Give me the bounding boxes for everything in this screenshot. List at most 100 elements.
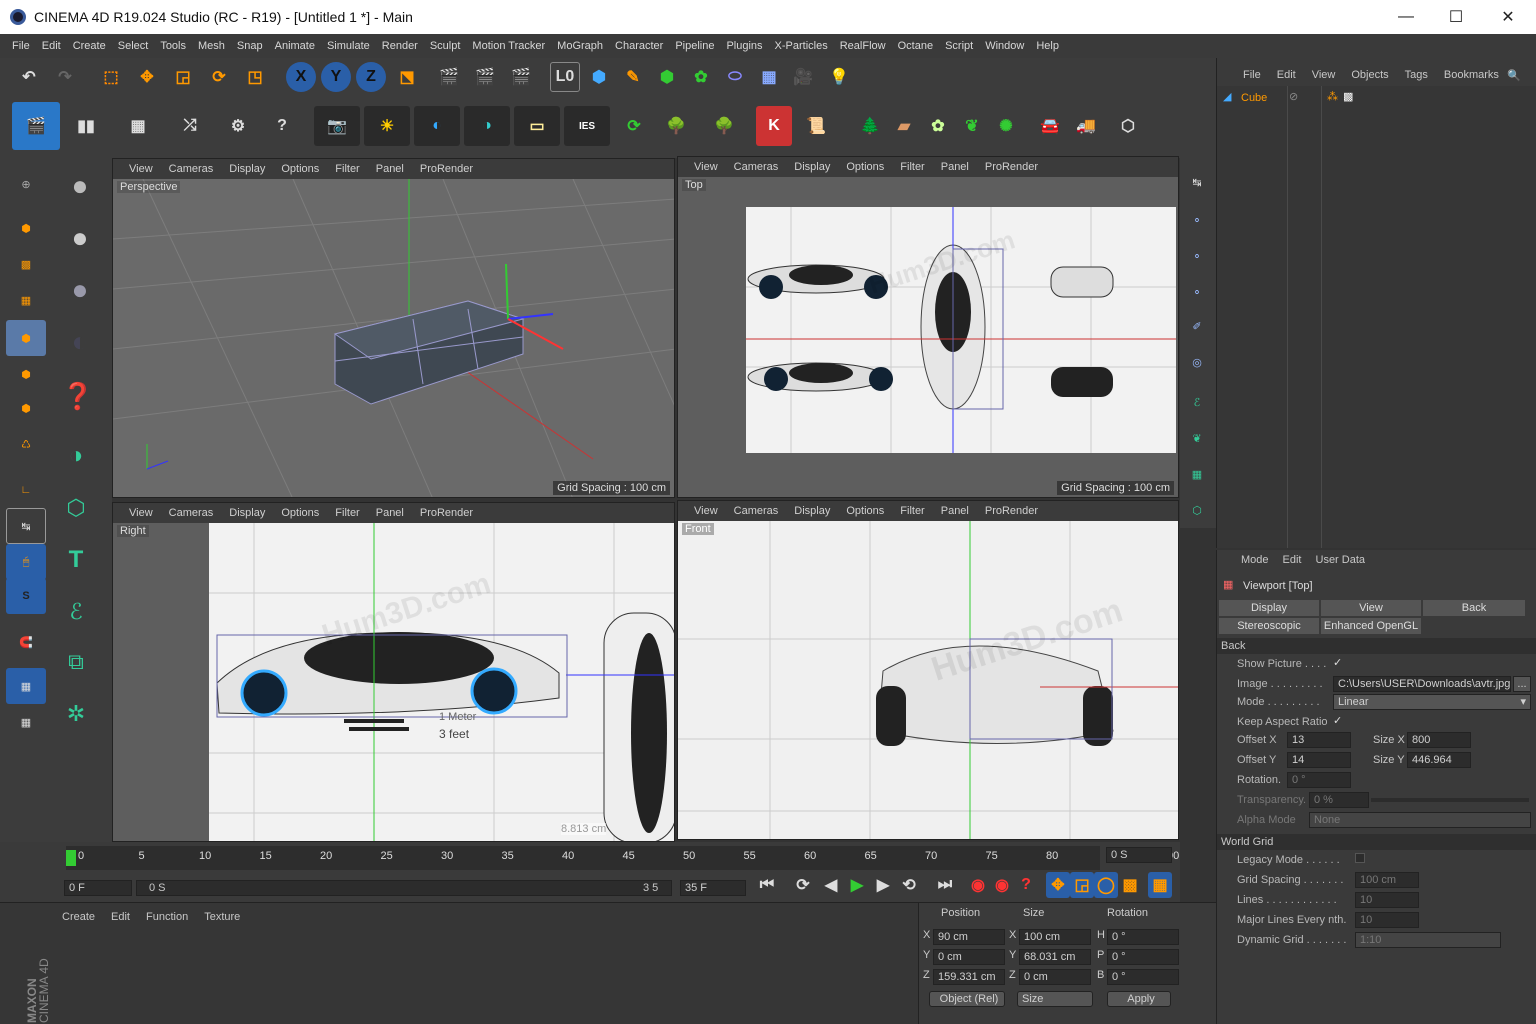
vp-menu-prorender[interactable]: ProRender — [985, 161, 1038, 173]
size-y-field[interactable]: 446.964 — [1407, 752, 1471, 768]
menu-simulate[interactable]: Simulate — [327, 40, 370, 52]
mat-menu-texture[interactable]: Texture — [204, 911, 240, 923]
lock-workplane-icon[interactable]: ▦ — [6, 668, 46, 704]
brush-icon[interactable]: ✐ — [1180, 308, 1214, 344]
mat-menu-create[interactable]: Create — [62, 911, 95, 923]
vp-menu-prorender[interactable]: ProRender — [420, 507, 473, 519]
om-menu-edit[interactable]: Edit — [1277, 69, 1296, 81]
menu-mesh[interactable]: Mesh — [198, 40, 225, 52]
scale-icon[interactable]: ◲ — [168, 62, 198, 92]
alpha-mode-dropdown[interactable]: None — [1309, 812, 1531, 828]
locked-grid-icon[interactable]: ▦ — [6, 704, 46, 740]
tag-icon[interactable]: ⁂ — [1327, 90, 1338, 103]
transparency-slider[interactable] — [1371, 798, 1529, 802]
vp-menu-filter[interactable]: Filter — [900, 161, 924, 173]
octane-text-icon[interactable]: T — [56, 542, 96, 578]
vp-menu-display[interactable]: Display — [794, 161, 830, 173]
y-axis-lock-button[interactable]: Y — [321, 62, 351, 92]
octane-scatter-icon[interactable]: ⟳ — [614, 106, 654, 146]
points-mode-icon[interactable]: ⬢ — [6, 320, 46, 356]
octane-shape-icon[interactable]: ⧉ — [56, 644, 96, 680]
offset-x-field[interactable]: 13 — [1287, 732, 1351, 748]
menu-realflow[interactable]: RealFlow — [840, 40, 886, 52]
material-help-icon[interactable]: ❓ — [58, 378, 98, 414]
octane-settings-icon[interactable]: ▮▮ — [66, 106, 106, 146]
viewport-top[interactable]: View Cameras Display Options Filter Pane… — [677, 156, 1179, 498]
pen-spline-icon[interactable]: ✎ — [618, 62, 648, 92]
coord-size-field[interactable]: 100 cm — [1019, 929, 1091, 945]
material-tag-icon[interactable]: ▩ — [1343, 90, 1353, 103]
array-icon[interactable]: ✿ — [686, 62, 716, 92]
menu-file[interactable]: File — [12, 40, 30, 52]
om-menu-view[interactable]: View — [1312, 69, 1336, 81]
vp-menu-view[interactable]: View — [694, 161, 718, 173]
vp-menu-options[interactable]: Options — [281, 163, 319, 175]
am-menu-user-data[interactable]: User Data — [1316, 554, 1366, 566]
octane-tree-icon[interactable]: 🌳 — [656, 106, 696, 146]
menu-animate[interactable]: Animate — [275, 40, 315, 52]
octane-texture-env-icon[interactable]: ◑ — [464, 106, 510, 146]
octane-help-icon[interactable]: ? — [262, 106, 302, 146]
om-menu-bookmarks[interactable]: Bookmarks — [1444, 69, 1499, 81]
coord-rotation-field[interactable]: 0 ° — [1107, 969, 1179, 985]
vp-menu-options[interactable]: Options — [281, 507, 319, 519]
vp-menu-display[interactable]: Display — [229, 163, 265, 175]
render-view-icon[interactable]: 🎬 — [434, 62, 464, 92]
coord-mode-dropdown[interactable]: Object (Rel) — [929, 991, 1005, 1007]
goto-start-icon[interactable]: ⏮ — [754, 872, 780, 898]
dynamic-grid-dropdown[interactable]: 1:10 — [1355, 932, 1501, 948]
show-picture-checkbox[interactable]: ✓ — [1333, 656, 1342, 669]
coord-rotation-field[interactable]: 0 ° — [1107, 929, 1179, 945]
lines-field[interactable]: 10 — [1355, 892, 1419, 908]
tweak-mode-icon[interactable]: 🖱 — [6, 544, 46, 580]
coord-position-field[interactable]: 0 cm — [933, 949, 1005, 965]
menu-window[interactable]: Window — [985, 40, 1024, 52]
tab-view[interactable]: View — [1321, 600, 1421, 616]
tab-enhanced-opengl[interactable]: Enhanced OpenGL — [1321, 618, 1421, 634]
octane-grid-icon[interactable]: ▦ — [118, 106, 158, 146]
tab-display[interactable]: Display — [1219, 600, 1319, 616]
subdivision-surface-icon[interactable]: ⬢ — [652, 62, 682, 92]
uv-mode-icon[interactable]: ♺ — [6, 426, 46, 462]
plugin-doc-icon[interactable]: 📜 — [796, 106, 836, 146]
coord-position-field[interactable]: 90 cm — [933, 929, 1005, 945]
vp-menu-filter[interactable]: Filter — [335, 507, 359, 519]
octane-daylight-icon[interactable]: ☀ — [364, 106, 410, 146]
vp-menu-view[interactable]: View — [694, 505, 718, 517]
autokey-icon[interactable]: ◉ — [990, 872, 1014, 898]
octane-material-icon[interactable]: ◑ — [56, 438, 96, 474]
live-selection-icon[interactable]: ⬚ — [96, 62, 126, 92]
plugin-k-icon[interactable]: K — [756, 106, 792, 146]
step-forward-icon[interactable]: ▶ — [870, 872, 896, 898]
menu-render[interactable]: Render — [382, 40, 418, 52]
edges-mode-icon[interactable]: ⬢ — [6, 356, 46, 392]
menu-select[interactable]: Select — [118, 40, 149, 52]
viewport-perspective[interactable]: View Cameras Display Options Filter Pane… — [112, 158, 675, 498]
bake-icon[interactable]: ↹ — [1180, 164, 1214, 200]
vp-menu-filter[interactable]: Filter — [335, 163, 359, 175]
coord-apply-button[interactable]: Apply — [1107, 991, 1171, 1007]
axis-mode-icon[interactable]: ∟ — [6, 472, 46, 508]
vp-menu-cameras[interactable]: Cameras — [169, 163, 214, 175]
vp-menu-display[interactable]: Display — [794, 505, 830, 517]
solo-mode-icon[interactable]: S — [6, 578, 46, 614]
hex-gear-icon[interactable]: ⬡ — [1108, 106, 1148, 146]
keep-aspect-checkbox[interactable]: ✓ — [1333, 714, 1342, 727]
menu-help[interactable]: Help — [1036, 40, 1059, 52]
vp-menu-view[interactable]: View — [129, 163, 153, 175]
material-glass-icon[interactable]: ● — [60, 220, 100, 256]
om-menu-file[interactable]: File — [1243, 69, 1261, 81]
transparency-field[interactable]: 0 % — [1309, 792, 1369, 808]
mat-menu-edit[interactable]: Edit — [111, 911, 130, 923]
vp-menu-cameras[interactable]: Cameras — [734, 505, 779, 517]
coordinate-system-icon[interactable]: ⬔ — [392, 62, 422, 92]
key-position-icon[interactable]: ✥ — [1046, 872, 1070, 898]
am-menu-edit[interactable]: Edit — [1283, 554, 1302, 566]
vp-menu-options[interactable]: Options — [846, 505, 884, 517]
goto-end-icon[interactable]: ⏭ — [932, 872, 958, 898]
rotation-field[interactable]: 0 ° — [1287, 772, 1351, 788]
sphere-node2-icon[interactable]: ⚬ — [1180, 238, 1214, 274]
vp-menu-prorender[interactable]: ProRender — [420, 163, 473, 175]
deformer-icon[interactable]: ⬭ — [720, 62, 750, 92]
car-rig-icon[interactable]: 🚚 — [1066, 106, 1106, 146]
